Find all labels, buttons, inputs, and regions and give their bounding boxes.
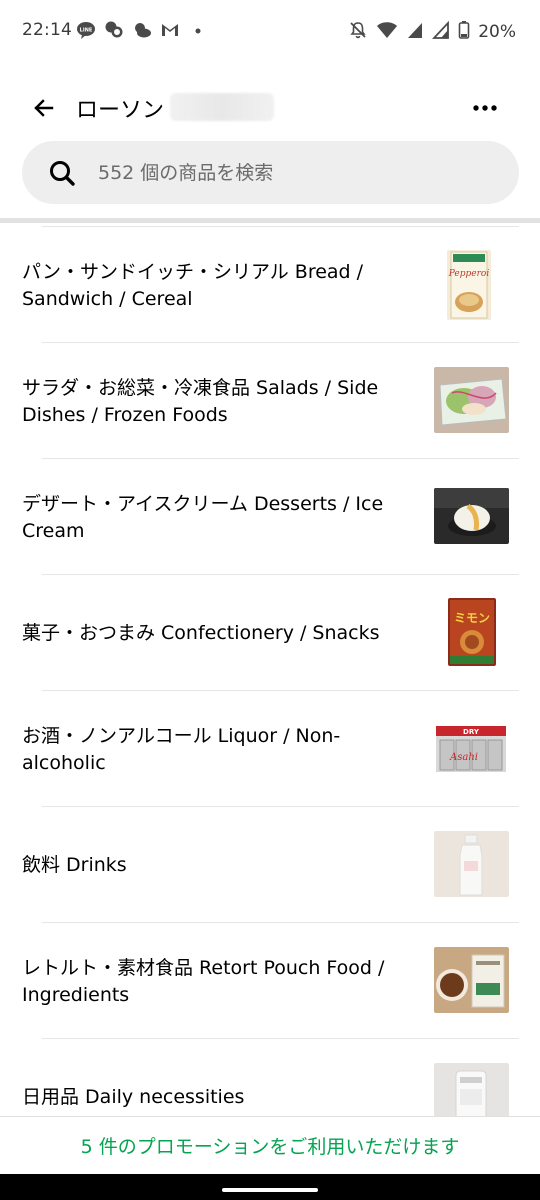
gmail-icon	[160, 20, 180, 40]
battery-icon	[458, 20, 470, 44]
category-item-drinks[interactable]: 飲料 Drinks	[0, 806, 540, 922]
bread-product-thumb: Pepperoi	[447, 250, 491, 320]
arrow-left-icon	[34, 99, 54, 117]
category-item-salad[interactable]: サラダ・お総菜・冷凍食品 Salads / Side Dishes / Froz…	[0, 342, 540, 458]
dessert-product-thumb	[434, 488, 509, 544]
more-options-button[interactable]	[470, 94, 500, 122]
promotions-link[interactable]: 5 件のプロモーションをご利用いただけます	[0, 1132, 540, 1159]
search-input[interactable]	[98, 141, 498, 204]
status-bar: 22:14 LINE 20%	[0, 0, 540, 64]
category-label: デザート・アイスクリーム Desserts / Ice Cream	[22, 493, 384, 542]
header-divider	[0, 218, 540, 223]
row-divider	[42, 806, 519, 807]
category-label: お酒・ノンアルコール Liquor / Non-alcoholic	[22, 725, 341, 774]
line-icon: LINE	[76, 20, 96, 40]
retort-food-thumb	[434, 947, 509, 1013]
row-divider	[42, 1038, 519, 1039]
wifi-icon	[376, 20, 398, 44]
chat-icon	[104, 20, 124, 40]
promotions-banner[interactable]: 5 件のプロモーションをご利用いただけます	[0, 1116, 540, 1174]
more-horizontal-icon	[473, 105, 497, 111]
store-name: ローソン	[76, 98, 165, 123]
beer-product-thumb: DRY Asahi	[434, 720, 509, 776]
weather-icon	[132, 20, 152, 40]
row-divider	[42, 690, 519, 691]
svg-text:LINE: LINE	[80, 28, 93, 34]
salad-product-thumb	[434, 367, 509, 433]
signal-icon	[406, 20, 424, 44]
category-label: レトルト・素材食品 Retort Pouch Food / Ingredient…	[22, 957, 385, 1006]
svg-text:ミモン: ミモン	[454, 611, 490, 625]
home-gesture-handle[interactable]	[222, 1188, 318, 1192]
svg-text:DRY: DRY	[463, 728, 480, 736]
row-divider	[42, 458, 519, 459]
category-item-bread[interactable]: パン・サンドイッチ・シリアル Bread / Sandwich / Cereal…	[0, 226, 540, 342]
row-divider	[42, 342, 519, 343]
search-icon	[50, 161, 75, 186]
system-nav-bar	[0, 1174, 540, 1200]
dot-icon	[188, 20, 208, 40]
category-item-snacks[interactable]: 菓子・おつまみ Confectionery / Snacks ミモン	[0, 574, 540, 690]
store-branch-redacted	[170, 93, 274, 121]
category-label: パン・サンドイッチ・シリアル Bread / Sandwich / Cereal	[22, 261, 364, 310]
row-divider	[42, 574, 519, 575]
mute-icon	[348, 20, 368, 44]
snack-product-thumb: ミモン	[448, 598, 496, 666]
battery-percent: 20%	[478, 22, 516, 42]
row-divider	[42, 226, 519, 227]
svg-text:Asahi: Asahi	[449, 752, 478, 763]
category-item-retort[interactable]: レトルト・素材食品 Retort Pouch Food / Ingredient…	[0, 922, 540, 1038]
store-header: ローソン	[0, 84, 540, 132]
category-item-liquor[interactable]: お酒・ノンアルコール Liquor / Non-alcoholic DRY Asa…	[0, 690, 540, 806]
system-icons: 20%	[348, 20, 516, 44]
category-item-dessert[interactable]: デザート・アイスクリーム Desserts / Ice Cream	[0, 458, 540, 574]
water-bottle-thumb	[434, 831, 509, 897]
back-button[interactable]	[30, 94, 58, 122]
svg-text:Pepperoi: Pepperoi	[448, 269, 490, 279]
category-label: 飲料 Drinks	[22, 854, 127, 876]
notification-icons: LINE	[76, 20, 208, 40]
search-bar[interactable]	[22, 141, 519, 204]
signal-icon-2	[432, 20, 450, 44]
category-label: 菓子・おつまみ Confectionery / Snacks	[22, 622, 380, 644]
category-list: パン・サンドイッチ・シリアル Bread / Sandwich / Cereal…	[0, 226, 540, 1154]
status-time: 22:14	[22, 20, 72, 40]
category-label: 日用品 Daily necessities	[22, 1086, 245, 1108]
category-label: サラダ・お総菜・冷凍食品 Salads / Side Dishes / Froz…	[22, 377, 379, 426]
row-divider	[42, 922, 519, 923]
